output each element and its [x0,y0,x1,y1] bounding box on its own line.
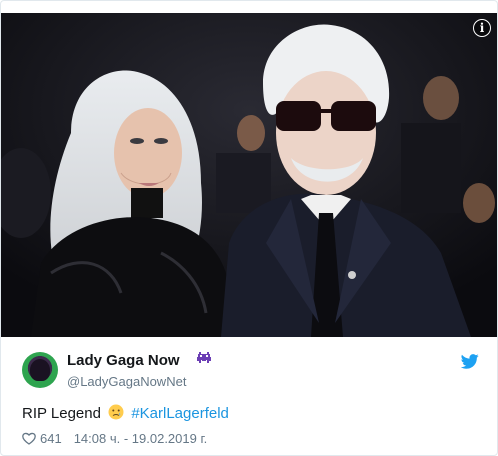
info-icon[interactable]: i [473,19,491,37]
twitter-bird-icon[interactable] [461,354,479,369]
avatar-figure [30,359,50,381]
author-avatar[interactable] [22,352,58,388]
hashtag-link[interactable]: #KarlLagerfeld [131,405,229,422]
crying-face-icon [108,404,124,420]
photo-illustration [1,13,497,337]
tweet-text: RIP Legend #KarlLagerfeld [22,404,229,422]
tweet-footer: Lady Gaga Now @LadyGagaNowNet RIP Legend [1,337,497,455]
embedded-tweet-card[interactable]: i Lady Gaga Now @LadyGagaNowNet RIP Lege… [0,0,498,456]
tweet-text-body: RIP Legend [22,405,101,422]
tweet-timestamp[interactable]: 14:08 ч. - 19.02.2019 г. [74,431,208,446]
tweet-meta: 641 14:08 ч. - 19.02.2019 г. [22,431,207,446]
alien-monster-icon [197,352,211,363]
tweet-photo[interactable]: i [1,13,497,337]
author-handle[interactable]: @LadyGagaNowNet [67,374,186,389]
like-count[interactable]: 641 [40,431,62,446]
author-display-name[interactable]: Lady Gaga Now [67,352,180,369]
heart-icon[interactable] [22,432,36,445]
